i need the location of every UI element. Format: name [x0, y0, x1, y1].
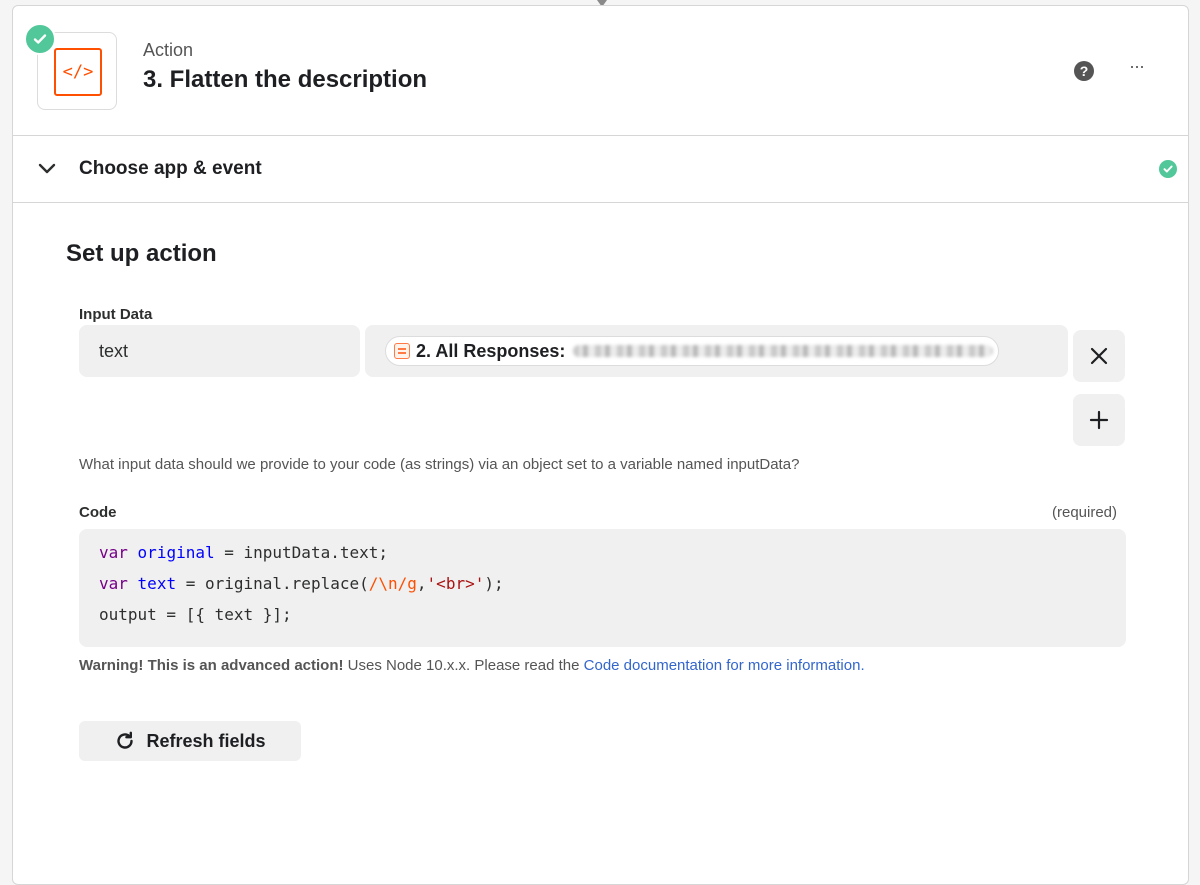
remove-input-button[interactable]	[1073, 330, 1125, 382]
code-line: output = [{ text }];	[99, 605, 292, 624]
mapped-field-label: 2. All Responses:	[416, 340, 566, 361]
step-header: </> Action 3. Flatten the description ? …	[13, 6, 1188, 136]
warning-period: .	[860, 657, 865, 674]
warning-bold: Warning! This is an advanced action!	[79, 657, 344, 674]
redacted-value	[573, 345, 994, 357]
refresh-fields-button[interactable]: Refresh fields	[79, 721, 301, 761]
section-title[interactable]: Choose app & event	[79, 158, 262, 180]
refresh-icon	[117, 731, 134, 749]
step-kind-label: Action	[143, 40, 194, 60]
success-check-icon	[24, 23, 56, 55]
input-value-field[interactable]: 2. All Responses:	[365, 325, 1068, 377]
more-options-icon[interactable]: ···	[1129, 56, 1145, 77]
code-editor[interactable]: var original = inputData.text; var text …	[79, 529, 1126, 647]
section-complete-check-icon	[1159, 160, 1177, 178]
code-icon: </>	[54, 48, 102, 96]
setup-action-title: Set up action	[66, 240, 217, 267]
choose-app-event-section[interactable]: Choose app & event	[13, 136, 1188, 203]
input-data-label: Input Data	[79, 306, 153, 323]
plus-icon	[1089, 410, 1109, 430]
input-data-help-text: What input data should we provide to you…	[79, 456, 800, 473]
code-line: var text = original.replace(/\n/g,'<br>'…	[99, 574, 504, 593]
advanced-warning: Warning! This is an advanced action! Use…	[79, 657, 865, 674]
warning-text: Uses Node 10.x.x. Please read the	[343, 657, 584, 674]
code-line: var original = inputData.text;	[99, 543, 388, 562]
input-key-field[interactable]: text	[79, 325, 360, 377]
chevron-down-icon[interactable]	[37, 158, 57, 183]
form-app-icon	[394, 343, 410, 359]
step-title: 3. Flatten the description	[143, 66, 428, 93]
mapped-field-pill[interactable]: 2. All Responses:	[385, 336, 999, 366]
code-label: Code	[79, 504, 117, 521]
code-docs-link[interactable]: Code documentation for more information	[584, 657, 861, 674]
close-icon	[1090, 347, 1108, 365]
add-input-button[interactable]	[1073, 394, 1125, 446]
required-label: (required)	[1052, 504, 1118, 521]
refresh-fields-label: Refresh fields	[146, 730, 266, 751]
help-icon[interactable]: ?	[1074, 61, 1094, 81]
